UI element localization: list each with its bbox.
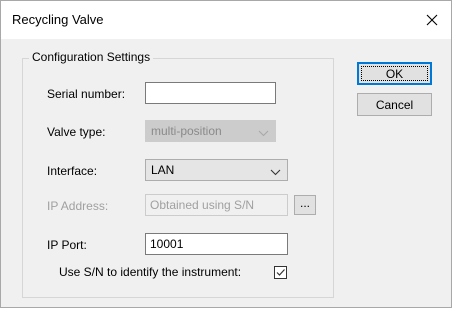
close-icon	[426, 14, 438, 26]
valve-type-value: multi-position	[151, 124, 222, 138]
interface-select[interactable]: LAN	[145, 159, 288, 181]
ip-address-label: IP Address:	[47, 199, 109, 213]
ip-address-browse-button[interactable]: ...	[294, 195, 316, 215]
chevron-down-icon	[258, 126, 269, 140]
title-bar: Recycling Valve	[1, 1, 451, 39]
window-title: Recycling Valve	[12, 12, 104, 27]
use-sn-checkbox[interactable]	[274, 266, 287, 279]
cancel-button[interactable]: Cancel	[357, 93, 432, 116]
group-title: Configuration Settings	[29, 50, 154, 64]
interface-label: Interface:	[47, 164, 98, 178]
use-sn-label: Use S/N to identify the instrument:	[59, 265, 242, 279]
interface-value: LAN	[151, 163, 175, 177]
valve-type-select[interactable]: multi-position	[145, 120, 276, 142]
focus-rectangle	[361, 66, 428, 81]
chevron-down-icon	[270, 165, 281, 179]
serial-number-input[interactable]	[145, 82, 276, 104]
ip-port-input[interactable]: 10001	[145, 233, 288, 255]
recycling-valve-dialog: Recycling Valve Configuration Settings S…	[0, 0, 452, 308]
ip-port-label: IP Port:	[47, 238, 87, 252]
ok-button[interactable]: OK	[357, 62, 432, 85]
close-button[interactable]	[413, 1, 451, 39]
valve-type-label: Valve type:	[47, 125, 106, 139]
serial-number-label: Serial number:	[47, 87, 126, 101]
ip-address-input[interactable]: Obtained using S/N	[145, 194, 288, 216]
